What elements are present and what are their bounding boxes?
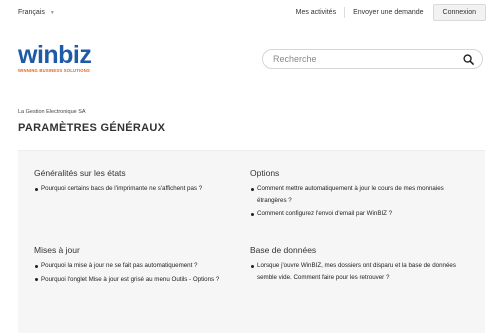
search-input[interactable] (273, 54, 453, 64)
section-updates: Mises à jour Pourquoi la mise à jour ne … (34, 245, 249, 287)
header: winbiz WINNING BUSINESS SOLUTIONS (0, 26, 500, 96)
section-title[interactable]: Base de données (250, 245, 475, 255)
search-box (262, 49, 483, 69)
logo-text: winbiz (18, 41, 92, 69)
section-title[interactable]: Généralités sur les états (34, 168, 249, 178)
breadcrumb[interactable]: La Gestion Electronique SA (18, 109, 86, 115)
page-title: PARAMÈTRES GÉNÉRAUX (18, 122, 166, 134)
top-links: Mes activités Envoyer une demande Connex… (288, 4, 486, 21)
section-database: Base de données Lorsque j'ouvre WinBIZ, … (250, 245, 475, 285)
logo-tagline: WINNING BUSINESS SOLUTIONS (18, 68, 90, 73)
section-title[interactable]: Mises à jour (34, 245, 249, 255)
category-panel: Généralités sur les états Pourquoi certa… (18, 150, 485, 333)
article-link[interactable]: Comment mettre automatiquement à jour le… (250, 183, 475, 206)
section-general-states: Généralités sur les états Pourquoi certa… (34, 168, 249, 197)
section-title[interactable]: Options (250, 168, 475, 178)
logo-wordmark: winbiz (18, 41, 108, 69)
article-link[interactable]: Comment configurez l'envoi d'email par W… (250, 208, 475, 220)
my-activities-link[interactable]: Mes activités (288, 9, 344, 16)
winbiz-logo[interactable]: winbiz WINNING BUSINESS SOLUTIONS (18, 43, 108, 77)
login-button[interactable]: Connexion (432, 4, 486, 21)
language-label: Français (18, 9, 45, 16)
article-link[interactable]: Lorsque j'ouvre WinBIZ, mes dossiers ont… (250, 260, 475, 283)
article-link[interactable]: Pourquoi la mise à jour ne se fait pas a… (34, 260, 249, 272)
caret-down-icon: ▼ (49, 9, 55, 16)
article-link[interactable]: Pourquoi certains bacs de l'imprimante n… (34, 183, 249, 195)
submit-request-link[interactable]: Envoyer une demande (345, 9, 432, 16)
language-selector[interactable]: Français ▼ (18, 9, 55, 16)
search-icon[interactable] (463, 54, 474, 65)
article-link[interactable]: Pourquoi l'onglet Mise à jour est grisé … (34, 274, 249, 286)
top-bar: Français ▼ Mes activités Envoyer une dem… (0, 0, 500, 26)
section-options: Options Comment mettre automatiquement à… (250, 168, 475, 222)
